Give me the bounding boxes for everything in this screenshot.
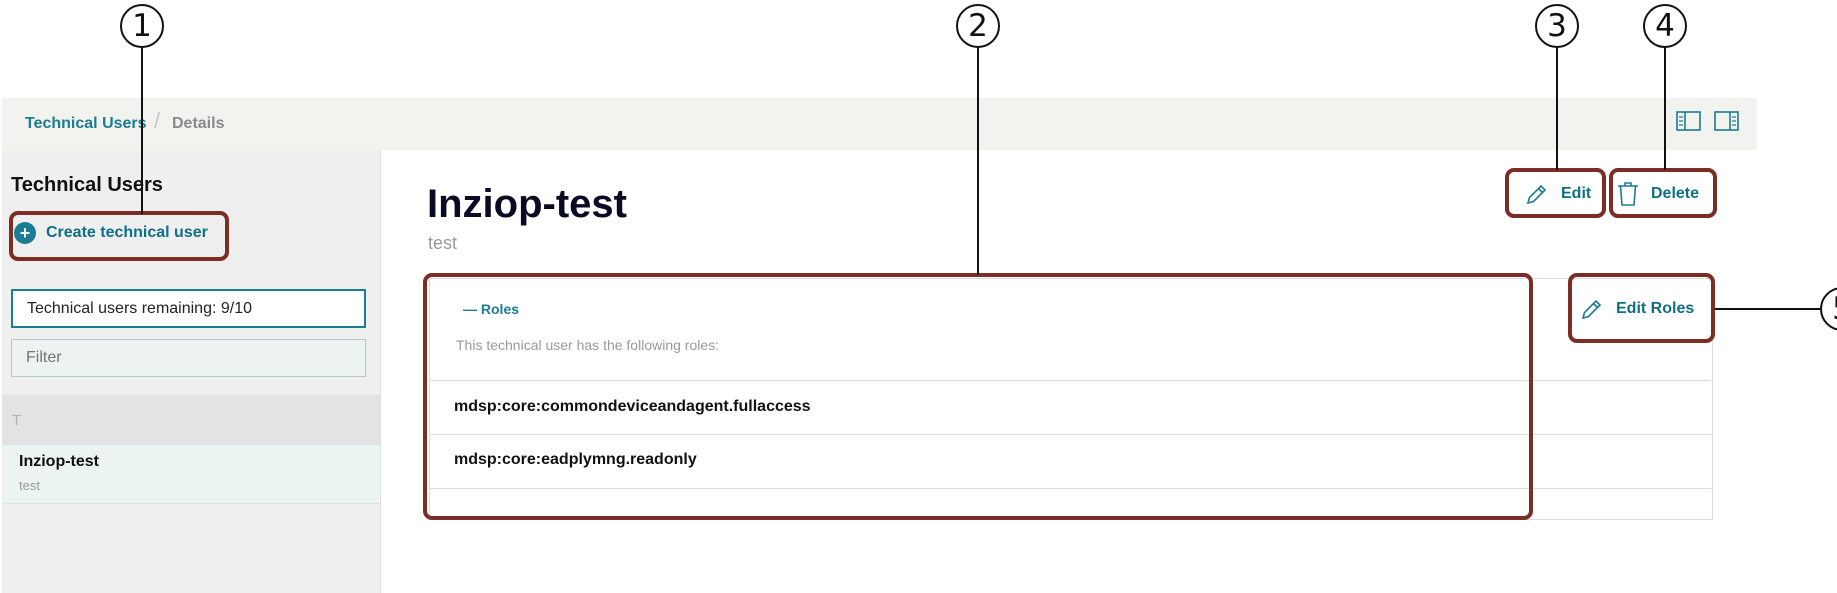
highlight-box-roles — [423, 273, 1533, 520]
users-remaining-box: Technical users remaining: 9/10 — [11, 289, 366, 328]
callout-line-4 — [1664, 46, 1666, 170]
filter-input[interactable] — [11, 339, 366, 377]
page-title: Inziop-test — [427, 182, 627, 226]
callout-line-2 — [977, 46, 979, 275]
callout-line-3 — [1556, 46, 1558, 170]
left-panel-layout-icon[interactable] — [1676, 111, 1701, 131]
group-header — [2, 395, 380, 445]
callout-1: 1 — [120, 4, 164, 48]
highlight-box-edit — [1505, 168, 1606, 218]
breadcrumb-separator: / — [154, 108, 161, 133]
highlight-box-create — [9, 211, 229, 261]
callout-line-5 — [1715, 308, 1822, 310]
callout-5: 5 — [1820, 287, 1837, 331]
callout-4: 4 — [1643, 4, 1687, 48]
right-panel-layout-icon[interactable] — [1714, 111, 1739, 131]
list-item-description: test — [19, 478, 40, 493]
callout-3: 3 — [1535, 4, 1579, 48]
highlight-box-delete — [1609, 168, 1717, 218]
page-subtitle: test — [428, 233, 458, 253]
callout-line-1 — [141, 46, 143, 214]
top-bar — [2, 98, 1757, 150]
breadcrumb-technical-users[interactable]: Technical Users — [25, 115, 147, 133]
breadcrumb-current: Details — [172, 115, 225, 132]
callout-2: 2 — [956, 4, 1000, 48]
group-letter: T — [12, 412, 22, 429]
list-item-name: Inziop-test — [19, 453, 99, 470]
highlight-box-edit-roles — [1568, 273, 1715, 343]
